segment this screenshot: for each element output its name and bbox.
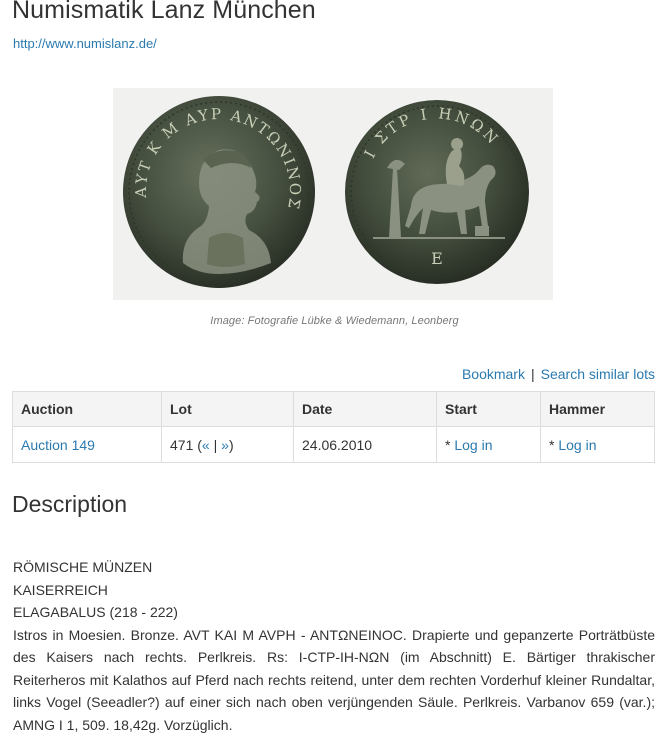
cell-date: 24.06.2010 [294, 427, 437, 463]
exergue-letter: Ε [431, 249, 443, 268]
lot-info-table: Auction Lot Date Start Hammer Auction 14… [12, 391, 655, 463]
previous-lot-link[interactable]: « [202, 437, 210, 453]
header-date: Date [294, 392, 437, 427]
site-url-link[interactable]: http://www.numislanz.de/ [13, 36, 157, 51]
actions-separator: | [531, 366, 535, 382]
cell-start: * Log in [437, 427, 541, 463]
description-text: RÖMISCHE MÜNZEN KAISERREICH ELAGABALUS (… [13, 556, 655, 736]
lot-nav-separator: | [214, 437, 218, 453]
bookmark-link[interactable]: Bookmark [462, 366, 525, 382]
description-ruler: ELAGABALUS (218 - 222) [13, 601, 655, 624]
start-login-link[interactable]: Log in [454, 437, 492, 453]
lot-number: 471 [170, 437, 193, 453]
header-auction: Auction [13, 392, 162, 427]
cell-auction: Auction 149 [13, 427, 162, 463]
description-heading: Description [12, 491, 127, 518]
page-title: Numismatik Lanz München [12, 0, 316, 26]
start-prefix: * [445, 437, 450, 453]
coin-obverse: ΑΥΤ Κ Μ ΑΥΡ ΑΝΤΩΝΙΝΟΣ [123, 96, 315, 288]
description-category: RÖMISCHE MÜNZEN [13, 556, 655, 579]
cell-lot: 471 (« | ») [162, 427, 294, 463]
hammer-prefix: * [549, 437, 554, 453]
header-start: Start [437, 392, 541, 427]
table-row: Auction 149 471 (« | ») 24.06.2010 * Log… [13, 427, 655, 463]
header-lot: Lot [162, 392, 294, 427]
next-lot-link[interactable]: » [221, 437, 229, 453]
cell-hammer: * Log in [541, 427, 655, 463]
lot-nav-close: ) [229, 437, 234, 453]
coin-reverse: Ι ΣΤΡ Ι ΗΝΩΝ Ε [345, 100, 529, 284]
coin-image[interactable]: ΑΥΤ Κ Μ ΑΥΡ ΑΝΤΩΝΙΝΟΣ Ι ΣΤΡ Ι ΗΝΩΝ Ε [113, 88, 553, 300]
auction-link[interactable]: Auction 149 [21, 437, 95, 453]
image-caption: Image: Fotografie Lübke & Wiedemann, Leo… [0, 315, 669, 327]
hammer-login-link[interactable]: Log in [558, 437, 596, 453]
description-subcategory: KAISERREICH [13, 579, 655, 602]
search-similar-lots-link[interactable]: Search similar lots [541, 366, 655, 382]
description-body: Istros in Moesien. Bronze. AVT KAI M AVP… [13, 624, 655, 736]
lot-actions: Bookmark | Search similar lots [462, 366, 655, 382]
header-hammer: Hammer [541, 392, 655, 427]
